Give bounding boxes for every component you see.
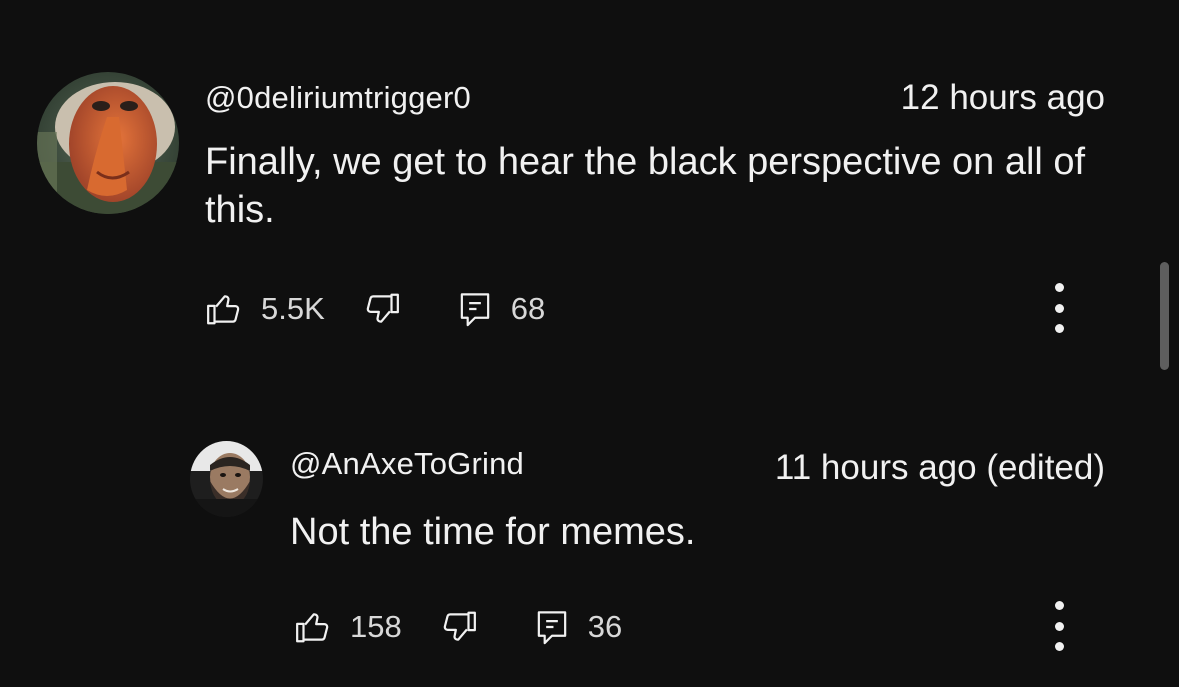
comment-timestamp: 12 hours ago [900, 78, 1105, 117]
avatar[interactable] [37, 72, 179, 214]
reply-thread: @AnAxeToGrind 11 hours ago (edited) Not … [0, 420, 1179, 687]
more-vertical-icon [1054, 642, 1064, 651]
reply-button[interactable]: 36 [534, 608, 622, 646]
thumbs-down-icon [443, 611, 476, 641]
reply-button[interactable]: 68 [457, 290, 545, 328]
like-button[interactable]: 158 [294, 608, 402, 646]
like-count: 158 [350, 609, 402, 644]
dislike-button[interactable] [363, 290, 401, 328]
thumbs-up-icon [296, 613, 329, 643]
more-vertical-icon [1054, 621, 1064, 631]
comment-icon [460, 293, 490, 327]
comment-actions: 158 36 [294, 605, 622, 649]
reply-count: 68 [510, 291, 546, 326]
avatar[interactable] [190, 441, 263, 517]
more-vertical-icon [1054, 283, 1064, 292]
more-vertical-icon [1054, 324, 1064, 333]
like-count: 5.5K [261, 291, 325, 326]
scrollbar[interactable] [1160, 262, 1169, 370]
comment-author[interactable]: @AnAxeToGrind [290, 446, 524, 482]
thumbs-up-icon [207, 295, 240, 325]
bearded-man-avatar-icon [190, 441, 263, 517]
more-options-button[interactable] [1049, 283, 1069, 333]
comment-text: Finally, we get to hear the black perspe… [205, 141, 1086, 231]
comment-author[interactable]: @0deliriumtrigger0 [205, 80, 471, 116]
comment-timestamp: 11 hours ago (edited) [774, 448, 1105, 487]
comment-text: Not the time for memes. [290, 511, 696, 553]
reply-count: 36 [587, 609, 623, 644]
proboscis-monkey-avatar-icon [37, 72, 179, 214]
more-vertical-icon [1054, 601, 1064, 610]
like-button[interactable]: 5.5K [205, 290, 325, 328]
thumbs-down-icon [366, 293, 399, 323]
more-options-button[interactable] [1049, 601, 1069, 651]
dislike-button[interactable] [440, 608, 478, 646]
more-vertical-icon [1054, 303, 1064, 313]
comment-thread: @0deliriumtrigger0 12 hours ago Finally,… [0, 0, 1179, 360]
comment-actions: 5.5K 68 [205, 287, 545, 331]
comment-icon [537, 611, 566, 645]
